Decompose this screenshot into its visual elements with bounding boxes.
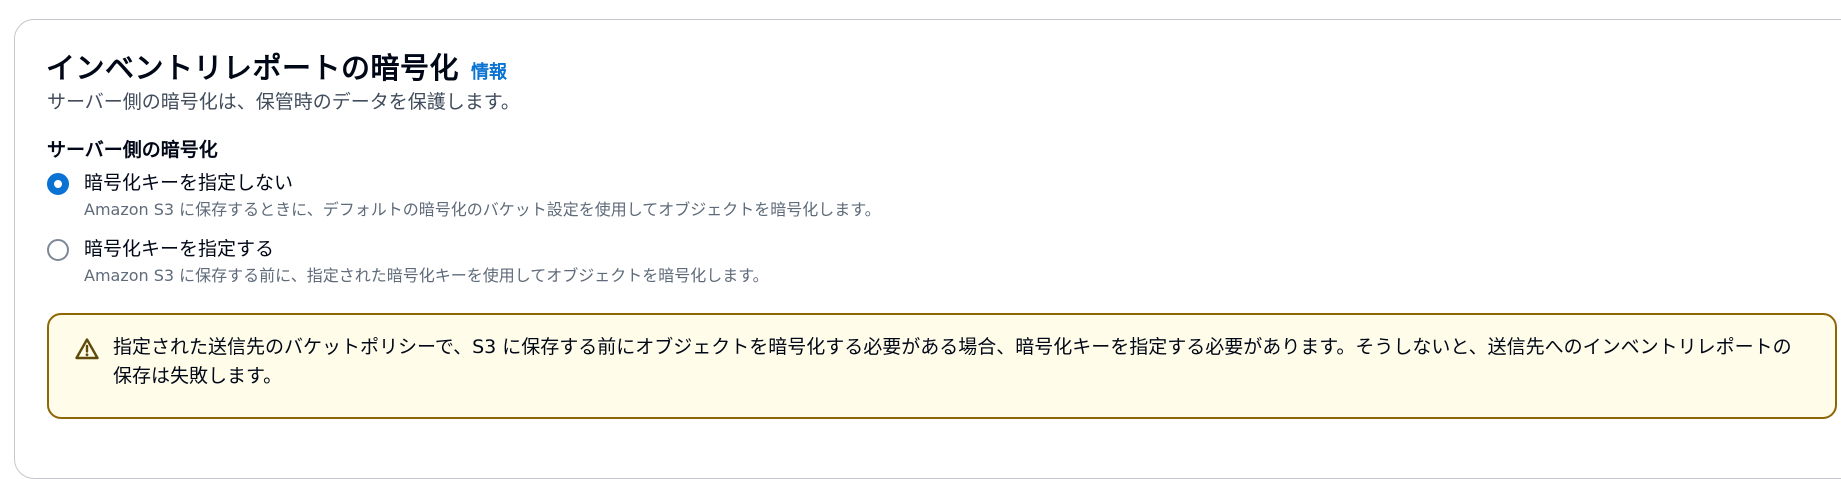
- info-link[interactable]: 情報: [471, 58, 507, 84]
- radio-description: Amazon S3 に保存する前に、指定された暗号化キーを使用してオブジェクトを…: [84, 266, 769, 285]
- radio-option-text: 暗号化キーを指定する Amazon S3 に保存する前に、指定された暗号化キーを…: [84, 236, 769, 288]
- radio-label: 暗号化キーを指定しない: [84, 172, 294, 194]
- warning-triangle-icon: [75, 338, 99, 360]
- panel-description: サーバー側の暗号化は、保管時のデータを保護します。: [47, 91, 520, 113]
- warning-alert: 指定された送信先のバケットポリシーで、S3 に保存する前にオブジェクトを暗号化す…: [47, 313, 1837, 419]
- encryption-form-label: サーバー側の暗号化: [47, 139, 218, 161]
- radio-button-selected[interactable]: [47, 173, 69, 195]
- radio-option-text: 暗号化キーを指定しない Amazon S3 に保存するときに、デフォルトの暗号化…: [84, 170, 881, 222]
- radio-description: Amazon S3 に保存するときに、デフォルトの暗号化のバケット設定を使用して…: [84, 200, 881, 219]
- warning-message: 指定された送信先のバケットポリシーで、S3 に保存する前にオブジェクトを暗号化す…: [113, 336, 1792, 387]
- radio-option-specify-key[interactable]: 暗号化キーを指定する Amazon S3 に保存する前に、指定された暗号化キーを…: [47, 236, 769, 288]
- radio-label: 暗号化キーを指定する: [84, 238, 275, 260]
- encryption-panel: インベントリレポートの暗号化 情報 サーバー側の暗号化は、保管時のデータを保護し…: [14, 19, 1841, 479]
- panel-header: インベントリレポートの暗号化 情報: [46, 45, 507, 87]
- radio-option-no-key[interactable]: 暗号化キーを指定しない Amazon S3 に保存するときに、デフォルトの暗号化…: [47, 170, 881, 222]
- radio-button-unselected[interactable]: [47, 239, 69, 261]
- page-title: インベントリレポートの暗号化: [46, 51, 460, 85]
